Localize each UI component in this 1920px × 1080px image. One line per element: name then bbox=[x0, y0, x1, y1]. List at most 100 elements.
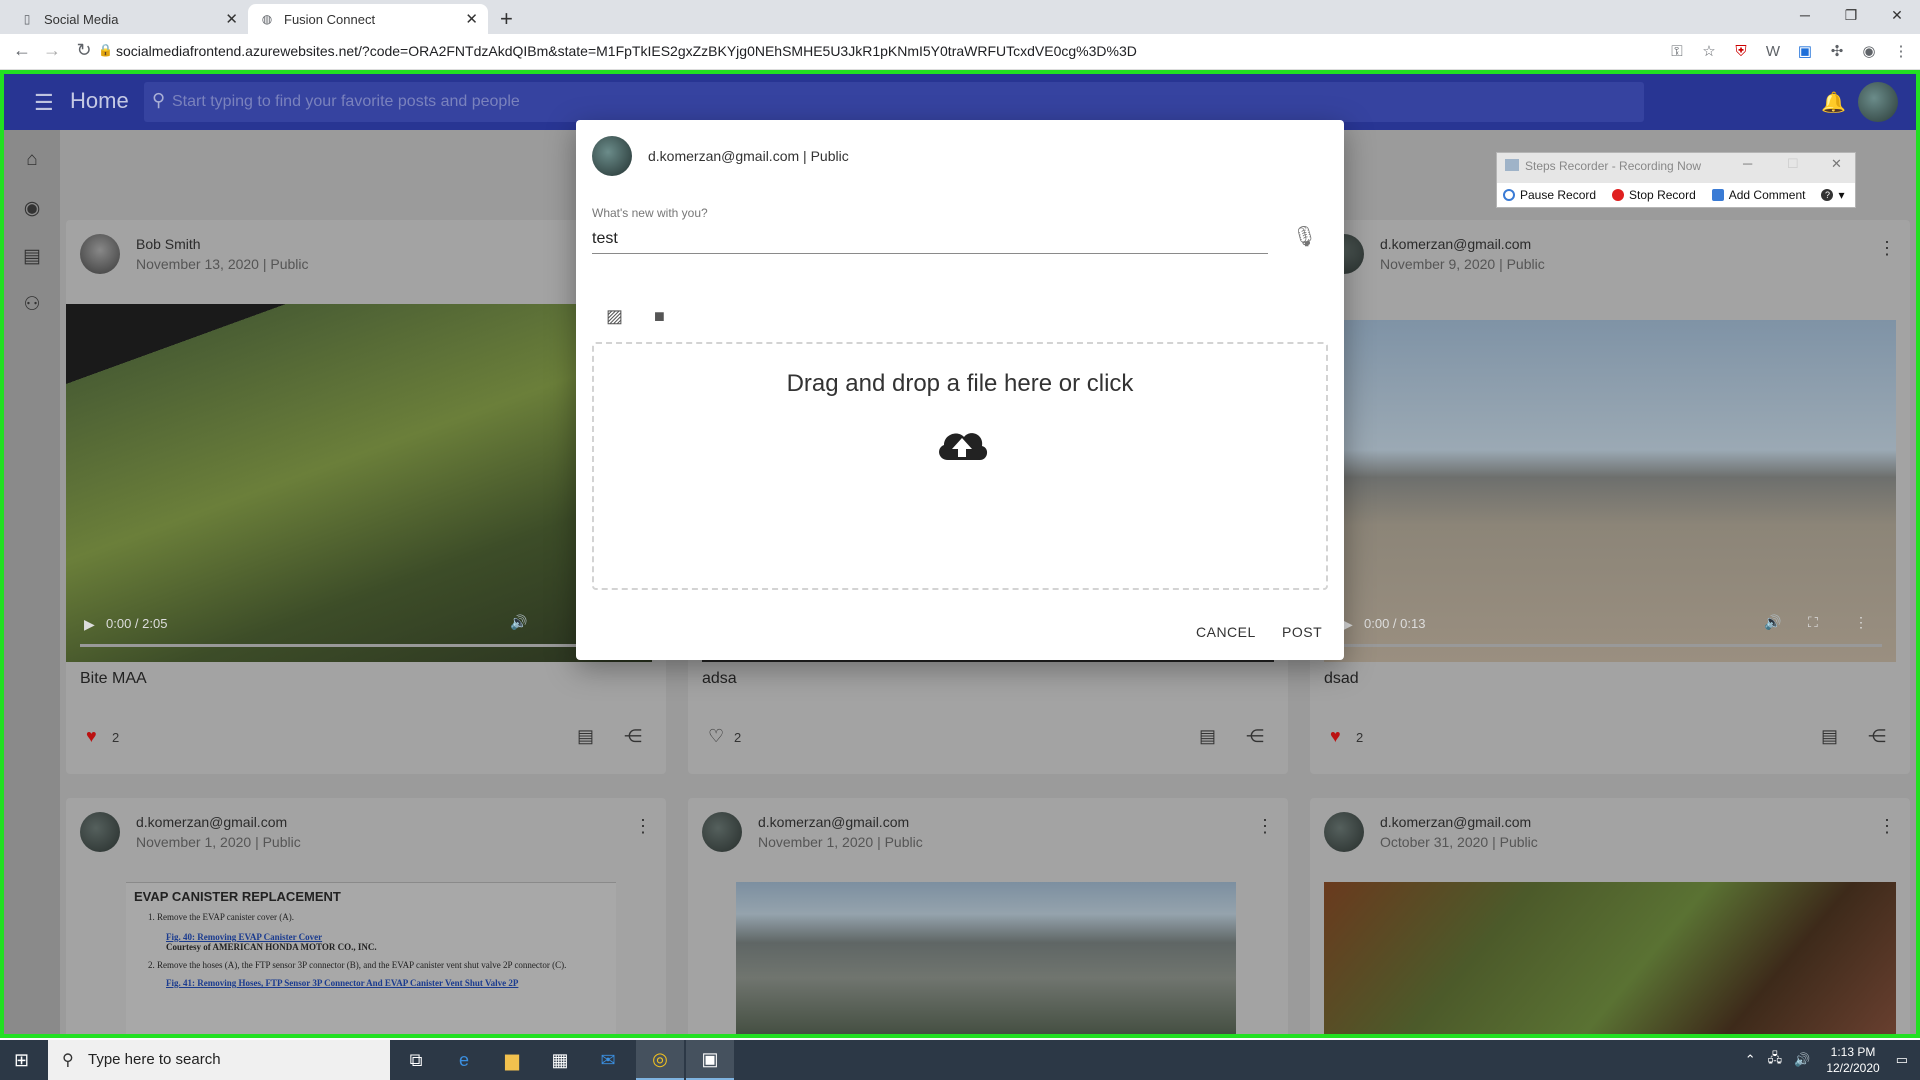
post-avatar[interactable] bbox=[80, 812, 120, 852]
pause-icon bbox=[1503, 189, 1515, 201]
comment-icon[interactable]: ▤ bbox=[1821, 726, 1838, 747]
minimize-icon[interactable]: ─ bbox=[1743, 156, 1752, 171]
system-tray: ⌃ 🖧 🔊 1:13 PM 12/2/2020 ▭ bbox=[1739, 1040, 1920, 1080]
pause-record-button[interactable]: Pause Record bbox=[1503, 188, 1596, 202]
play-icon[interactable]: ▶ bbox=[84, 616, 95, 633]
post-card: d.komerzan@gmail.com November 1, 2020 | … bbox=[66, 798, 666, 1034]
url-field[interactable]: socialmediafrontend.azurewebsites.net/?c… bbox=[116, 43, 1137, 59]
nav-messages-icon[interactable]: ▤ bbox=[20, 244, 44, 268]
post-image[interactable] bbox=[736, 882, 1236, 1034]
post-date: November 13, 2020 | Public bbox=[136, 256, 309, 272]
network-icon[interactable]: 🖧 bbox=[1768, 1049, 1783, 1071]
document-preview[interactable]: EVAP CANISTER REPLACEMENT 1. Remove the … bbox=[126, 882, 616, 1034]
user-avatar[interactable] bbox=[1858, 82, 1898, 122]
post-author[interactable]: Bob Smith bbox=[136, 236, 201, 252]
s-extension-icon[interactable]: ▣ bbox=[1796, 42, 1814, 60]
minimize-icon[interactable]: ─ bbox=[1782, 0, 1828, 30]
notification-bell-icon[interactable]: 🔔 bbox=[1821, 90, 1846, 115]
restore-icon[interactable]: ❐ bbox=[1828, 0, 1874, 30]
notifications-icon[interactable]: ▭ bbox=[1896, 1052, 1908, 1068]
clock-date: 12/2/2020 bbox=[1826, 1061, 1880, 1075]
volume-icon[interactable]: 🔊 bbox=[1764, 614, 1781, 631]
more-vert-icon[interactable]: ⋮ bbox=[634, 816, 652, 837]
more-vert-icon[interactable]: ⋮ bbox=[1878, 238, 1896, 259]
store-icon[interactable]: ▦ bbox=[536, 1040, 584, 1080]
w-extension-icon[interactable]: W bbox=[1764, 42, 1782, 60]
taskbar-search[interactable]: ⚲ Type here to search bbox=[48, 1040, 390, 1080]
fullscreen-icon[interactable]: ⛶ bbox=[1808, 614, 1818, 631]
cancel-button[interactable]: CANCEL bbox=[1196, 624, 1256, 640]
home-title[interactable]: Home bbox=[70, 88, 129, 114]
tab-fusion-connect[interactable]: ◍ Fusion Connect ✕ bbox=[248, 4, 488, 34]
search-input[interactable] bbox=[172, 90, 1572, 114]
show-hidden-icons[interactable]: ⌃ bbox=[1745, 1052, 1756, 1068]
nav-people-icon[interactable]: ⚇ bbox=[20, 292, 44, 316]
comment-icon[interactable]: ▤ bbox=[577, 726, 594, 747]
nav-profile-icon[interactable]: ◉ bbox=[20, 196, 44, 220]
new-tab-icon[interactable]: + bbox=[500, 6, 513, 32]
edge-icon[interactable]: e bbox=[440, 1040, 488, 1080]
nav-home-icon[interactable]: ⌂ bbox=[20, 148, 44, 172]
more-vert-icon[interactable]: ⋮ bbox=[1878, 816, 1896, 837]
video-progress[interactable] bbox=[1338, 644, 1882, 647]
volume-icon[interactable]: 🔊 bbox=[510, 614, 527, 631]
video-progress[interactable] bbox=[80, 644, 636, 647]
key-icon[interactable]: ⚿ bbox=[1668, 42, 1686, 60]
chrome-icon[interactable]: ◎ bbox=[636, 1040, 684, 1080]
post-author[interactable]: d.komerzan@gmail.com bbox=[758, 814, 909, 830]
stop-record-button[interactable]: Stop Record bbox=[1612, 188, 1696, 202]
shield-extension-icon[interactable]: ⛨ bbox=[1732, 42, 1750, 60]
file-dropzone[interactable]: Drag and drop a file here or click bbox=[592, 342, 1328, 590]
post-avatar[interactable] bbox=[702, 812, 742, 852]
share-icon[interactable]: ⋲ bbox=[1868, 726, 1886, 747]
bookmark-star-icon[interactable]: ☆ bbox=[1700, 42, 1718, 60]
post-image[interactable] bbox=[1324, 882, 1896, 1034]
post-text-input[interactable] bbox=[592, 224, 1268, 254]
post-video[interactable]: ▶ 0:00 / 2:05 🔊 bbox=[66, 304, 652, 662]
image-icon[interactable]: ▨ bbox=[606, 306, 623, 327]
more-vert-icon[interactable]: ⋮ bbox=[1854, 614, 1868, 631]
post-card: d.komerzan@gmail.com November 9, 2020 | … bbox=[1310, 220, 1910, 774]
clock[interactable]: 1:13 PM 12/2/2020 bbox=[1826, 1044, 1879, 1076]
tab-social-media[interactable]: ▯ Social Media ✕ bbox=[8, 4, 248, 34]
close-window-icon[interactable]: ✕ bbox=[1874, 0, 1920, 30]
post-avatar[interactable] bbox=[80, 234, 120, 274]
microphone-icon[interactable]: 🎙 bbox=[1292, 224, 1317, 249]
add-comment-button[interactable]: Add Comment bbox=[1711, 188, 1805, 202]
close-tab-icon[interactable]: ✕ bbox=[465, 10, 478, 28]
close-tab-icon[interactable]: ✕ bbox=[225, 10, 238, 28]
task-view-icon[interactable]: ⧉ bbox=[392, 1040, 440, 1080]
close-icon[interactable]: ✕ bbox=[1831, 156, 1842, 172]
share-icon[interactable]: ⋲ bbox=[1246, 726, 1264, 747]
post-author[interactable]: d.komerzan@gmail.com bbox=[1380, 814, 1531, 830]
post-input-label: What's new with you? bbox=[592, 206, 708, 220]
puzzle-icon[interactable]: ✣ bbox=[1828, 42, 1846, 60]
help-dropdown[interactable]: ? ▾ bbox=[1821, 188, 1844, 202]
post-video[interactable]: ▶ 0:00 / 0:13 🔊 ⛶ ⋮ bbox=[1324, 320, 1896, 662]
volume-icon[interactable]: 🔊 bbox=[1794, 1052, 1810, 1068]
forward-icon[interactable]: → bbox=[40, 40, 64, 61]
post-button[interactable]: POST bbox=[1282, 624, 1322, 640]
mail-icon[interactable]: ✉ bbox=[584, 1040, 632, 1080]
post-author[interactable]: d.komerzan@gmail.com bbox=[1380, 236, 1531, 252]
hamburger-menu-icon[interactable]: ☰ bbox=[34, 90, 54, 116]
file-explorer-icon[interactable]: ▆ bbox=[488, 1040, 536, 1080]
heart-outline-icon[interactable]: ♡ bbox=[708, 726, 724, 747]
profile-icon[interactable]: ◉ bbox=[1860, 42, 1878, 60]
back-icon[interactable]: ← bbox=[10, 40, 34, 61]
heart-icon[interactable]: ♥ bbox=[1330, 726, 1341, 747]
steps-recorder-taskbar-icon[interactable]: ▣ bbox=[686, 1040, 734, 1080]
comment-icon[interactable]: ▤ bbox=[1199, 726, 1216, 747]
more-vert-icon[interactable]: ⋮ bbox=[1256, 816, 1274, 837]
kebab-menu-icon[interactable]: ⋮ bbox=[1892, 42, 1910, 60]
share-icon[interactable]: ⋲ bbox=[624, 726, 642, 747]
windows-start-icon[interactable]: ⊞ bbox=[14, 1050, 29, 1071]
post-avatar[interactable] bbox=[1324, 812, 1364, 852]
heart-icon[interactable]: ♥ bbox=[86, 726, 97, 747]
reload-icon[interactable]: ↻ bbox=[72, 40, 96, 61]
like-count: 2 bbox=[1356, 730, 1364, 745]
lock-icon[interactable]: 🔒 bbox=[98, 43, 113, 57]
post-author[interactable]: d.komerzan@gmail.com bbox=[136, 814, 287, 830]
address-bar: ← → ↻ 🔒 socialmediafrontend.azurewebsite… bbox=[0, 34, 1920, 70]
video-camera-icon[interactable]: ■ bbox=[654, 306, 665, 327]
